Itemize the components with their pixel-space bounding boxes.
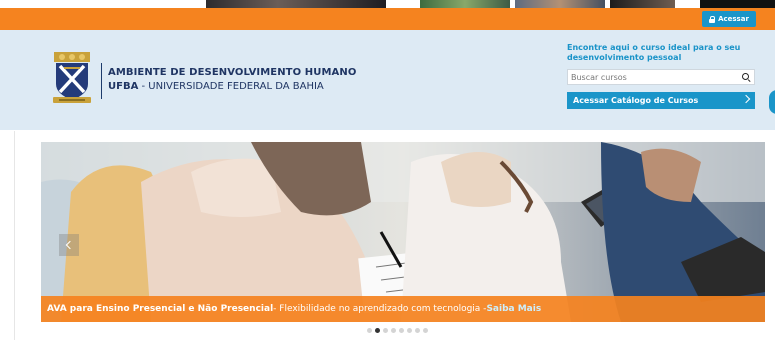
hero-slide-image xyxy=(41,142,765,322)
slider-dot[interactable] xyxy=(423,328,428,333)
slider-dot[interactable] xyxy=(407,328,412,333)
side-tab-button[interactable] xyxy=(769,90,775,114)
page-border xyxy=(14,131,15,340)
find-course-text: Encontre aqui o curso ideal para o seu d… xyxy=(567,43,741,62)
institution-name: AMBIENTE DE DESENVOLVIMENTO HUMANO xyxy=(108,67,357,78)
slider-dot[interactable] xyxy=(383,328,388,333)
catalog-button-label: Acessar Catálogo de Cursos xyxy=(573,96,699,105)
logo-divider xyxy=(101,63,102,99)
slider-dot[interactable] xyxy=(399,328,404,333)
strip-image xyxy=(206,0,386,8)
slider-dot[interactable] xyxy=(391,328,396,333)
saiba-mais-link[interactable]: Saiba Mais xyxy=(486,304,541,314)
login-button[interactable]: Acessar xyxy=(702,11,756,27)
search-box xyxy=(567,69,755,85)
top-bar xyxy=(0,8,775,30)
slider-dot[interactable] xyxy=(367,328,372,333)
chevron-right-icon xyxy=(741,94,751,104)
institution-acronym: UFBA xyxy=(108,81,139,92)
strip-image xyxy=(610,0,675,8)
slider-pagination xyxy=(367,328,428,335)
strip-image xyxy=(420,0,510,8)
strip-image xyxy=(700,0,775,8)
institution-fullname: - UNIVERSIDADE FEDERAL DA BAHIA xyxy=(138,81,324,92)
lock-icon xyxy=(709,15,716,23)
slider-dot[interactable] xyxy=(415,328,420,333)
slider-dot-active[interactable] xyxy=(375,328,380,333)
caption-title: AVA para Ensino Presencial e Não Presenc… xyxy=(47,304,274,314)
search-icon[interactable] xyxy=(742,73,749,80)
caption-text: - Flexibilidade no aprendizado com tecno… xyxy=(273,304,487,314)
ufba-logo[interactable] xyxy=(50,50,94,108)
catalog-button[interactable]: Acessar Catálogo de Cursos xyxy=(567,92,755,109)
site-header: AMBIENTE DE DESENVOLVIMENTO HUMANO UFBA … xyxy=(0,30,775,130)
login-label: Acessar xyxy=(718,15,749,23)
hero-slider[interactable]: AVA para Ensino Presencial e Não Presenc… xyxy=(41,142,765,322)
search-input[interactable] xyxy=(571,71,731,83)
strip-image xyxy=(515,0,605,8)
institution-subtitle: UFBA - UNIVERSIDADE FEDERAL DA BAHIA xyxy=(108,81,324,92)
previous-content-strip xyxy=(0,0,775,8)
slide-caption: AVA para Ensino Presencial e Não Presenc… xyxy=(41,296,765,322)
slider-prev-button[interactable] xyxy=(59,234,79,256)
